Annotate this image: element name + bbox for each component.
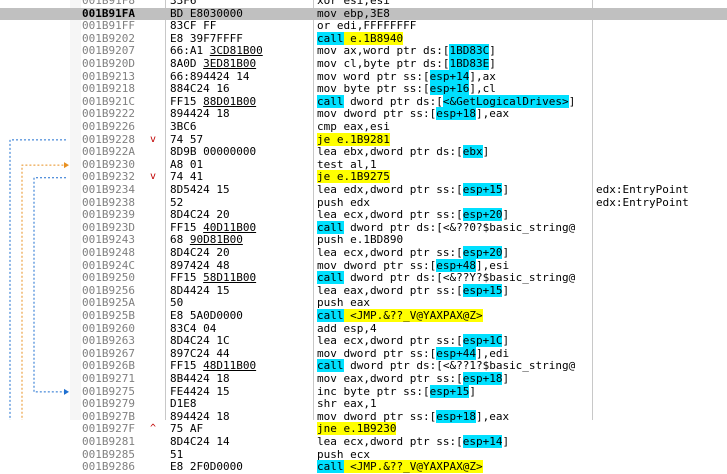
bytes-cell: 8D4C24 20 [170, 246, 230, 259]
jump-direction-marker: v [150, 133, 157, 145]
bytes-cell: 3BC6 [170, 120, 197, 133]
instruction-cell: call <JMP.&??_V@YAXPAX@Z> [317, 309, 483, 322]
address-cell: 001B920D [82, 57, 135, 70]
address-cell: 001B9226 [82, 120, 135, 133]
address-cell: 001B91FF [82, 19, 135, 33]
instruction-cell: mov byte ptr ss:[esp+16],cl [317, 82, 496, 96]
instruction-row[interactable]: 001B9226 3BC6 cmp eax,esi [0, 120, 727, 134]
comment-cell: edx:EntryPoint [596, 183, 689, 196]
bytes-cell: 8A0D 3ED81B00 [170, 57, 257, 70]
bytes-cell: FF15 58D11B00 [170, 271, 257, 285]
address-cell: 001B922A [82, 145, 135, 159]
instruction-cell: lea ecx,dword ptr ss:[esp+20] [317, 208, 510, 222]
address-cell: 001B9263 [82, 334, 135, 348]
instruction-row[interactable]: 001B9263 8D4C24 1C lea ecx,dword ptr ss:[e… [0, 334, 727, 348]
jump-direction-marker: ^ [150, 423, 157, 435]
bytes-cell: E8 5A0D0000 [170, 309, 243, 322]
instruction-cell: call dword ptr ds:[<&??Y?$basic_string@ [317, 271, 576, 285]
instruction-cell: cmp eax,esi [317, 120, 390, 133]
bytes-cell: 8D4C24 1C [170, 334, 230, 348]
instruction-row[interactable]: 001B9234 8D5424 15 lea edx,dword ptr ss:[e… [0, 183, 727, 197]
instruction-row[interactable]: 001B925B E8 5A0D0000 call <JMP.&??_V@YAXPA… [0, 309, 727, 323]
bytes-cell: 75 AF [170, 422, 204, 436]
instruction-row[interactable]: 001B920D 8A0D 3ED81B00 mov cl,byte ptr ds:… [0, 57, 727, 71]
address-cell: 001B9239 [82, 208, 135, 222]
instruction-row[interactable]: 001B922A 8D9B 00000000 lea ebx,dword ptr d… [0, 145, 727, 159]
instruction-row[interactable]: 001B927F ^ 75 AF jne e.1B9230 [0, 422, 727, 436]
instruction-cell: lea edx,dword ptr ss:[esp+15] [317, 183, 510, 196]
bytes-cell: E8 2F0D0000 [170, 460, 243, 474]
instruction-row[interactable]: 001B9218 884C24 16 mov byte ptr ss:[esp+16… [0, 82, 727, 96]
bytes-cell: 894424 18 [170, 409, 230, 423]
bytes-cell: 83CF FF [170, 19, 217, 33]
instruction-row[interactable]: 001B9250 FF15 58D11B00 call dword ptr ds:[… [0, 271, 727, 285]
instruction-cell: call <JMP.&??_V@YAXPAX@Z> [317, 460, 483, 474]
instruction-cell: lea ecx,dword ptr ss:[esp+20] [317, 246, 510, 259]
instruction-row[interactable]: 001B9281 8D4C24 14 lea ecx,dword ptr ss:[e… [0, 435, 727, 449]
instruction-cell: shr eax,1 [317, 397, 377, 411]
instruction-cell: lea ecx,dword ptr ss:[esp+1C] [317, 334, 510, 348]
bytes-cell: 8B4424 18 [170, 372, 230, 385]
instruction-cell: lea ebx,dword ptr ds:[ebx] [317, 145, 490, 159]
instruction-cell: jne e.1B9230 [317, 422, 397, 436]
instruction-row[interactable]: 001B9271 8B4424 18 mov eax,dword ptr ss:[e… [0, 372, 727, 386]
instruction-row[interactable]: 001B9286 E8 2F0D0000 call <JMP.&??_V@YAXPA… [0, 460, 727, 474]
instruction-row[interactable]: 001B91FF 83CF FF or edi,FFFFFFFF [0, 20, 727, 33]
address-cell: 001B927B [82, 409, 135, 423]
address-cell: 001B9285 [82, 447, 135, 461]
disassembly-view[interactable]: 001B91F8 33F6 xor esi,esi 001B91FA BD E80300… [0, 0, 727, 474]
comment-cell: edx:EntryPoint [596, 195, 689, 209]
address-cell: 001B9279 [82, 397, 135, 411]
bytes-cell: D1E8 [170, 397, 197, 411]
jump-direction-marker: v [150, 171, 157, 183]
address-cell: 001B9271 [82, 372, 135, 385]
instruction-cell: mov cl,byte ptr ds:[1BD83E] [317, 57, 496, 70]
address-cell: 001B9281 [82, 435, 135, 448]
instruction-cell: or edi,FFFFFFFF [317, 19, 417, 33]
address-cell: 001B9286 [82, 460, 135, 474]
bytes-cell: 8D9B 00000000 [170, 145, 257, 159]
bytes-cell: 8D5424 15 [170, 183, 230, 196]
address-cell: 001B9248 [82, 246, 135, 259]
instruction-cell: lea ecx,dword ptr ss:[esp+14] [317, 435, 510, 448]
instruction-row[interactable]: 001B9279 D1E8 shr eax,1 [0, 398, 727, 411]
address-cell: 001B9234 [82, 183, 135, 196]
instruction-cell: mov eax,dword ptr ss:[esp+18] [317, 372, 510, 385]
instruction-row[interactable]: 001B9239 8D4C24 20 lea ecx,dword ptr ss:[e… [0, 208, 727, 222]
bytes-cell: 8D4C24 14 [170, 435, 230, 448]
address-cell: 001B925B [82, 309, 135, 322]
address-cell: 001B9250 [82, 271, 135, 285]
address-cell: 001B9218 [82, 82, 135, 96]
bytes-cell: 51 [170, 447, 184, 461]
instruction-row[interactable]: 001B9248 8D4C24 20 lea ecx,dword ptr ss:[e… [0, 246, 727, 260]
address-cell: 001B927F [82, 422, 135, 436]
